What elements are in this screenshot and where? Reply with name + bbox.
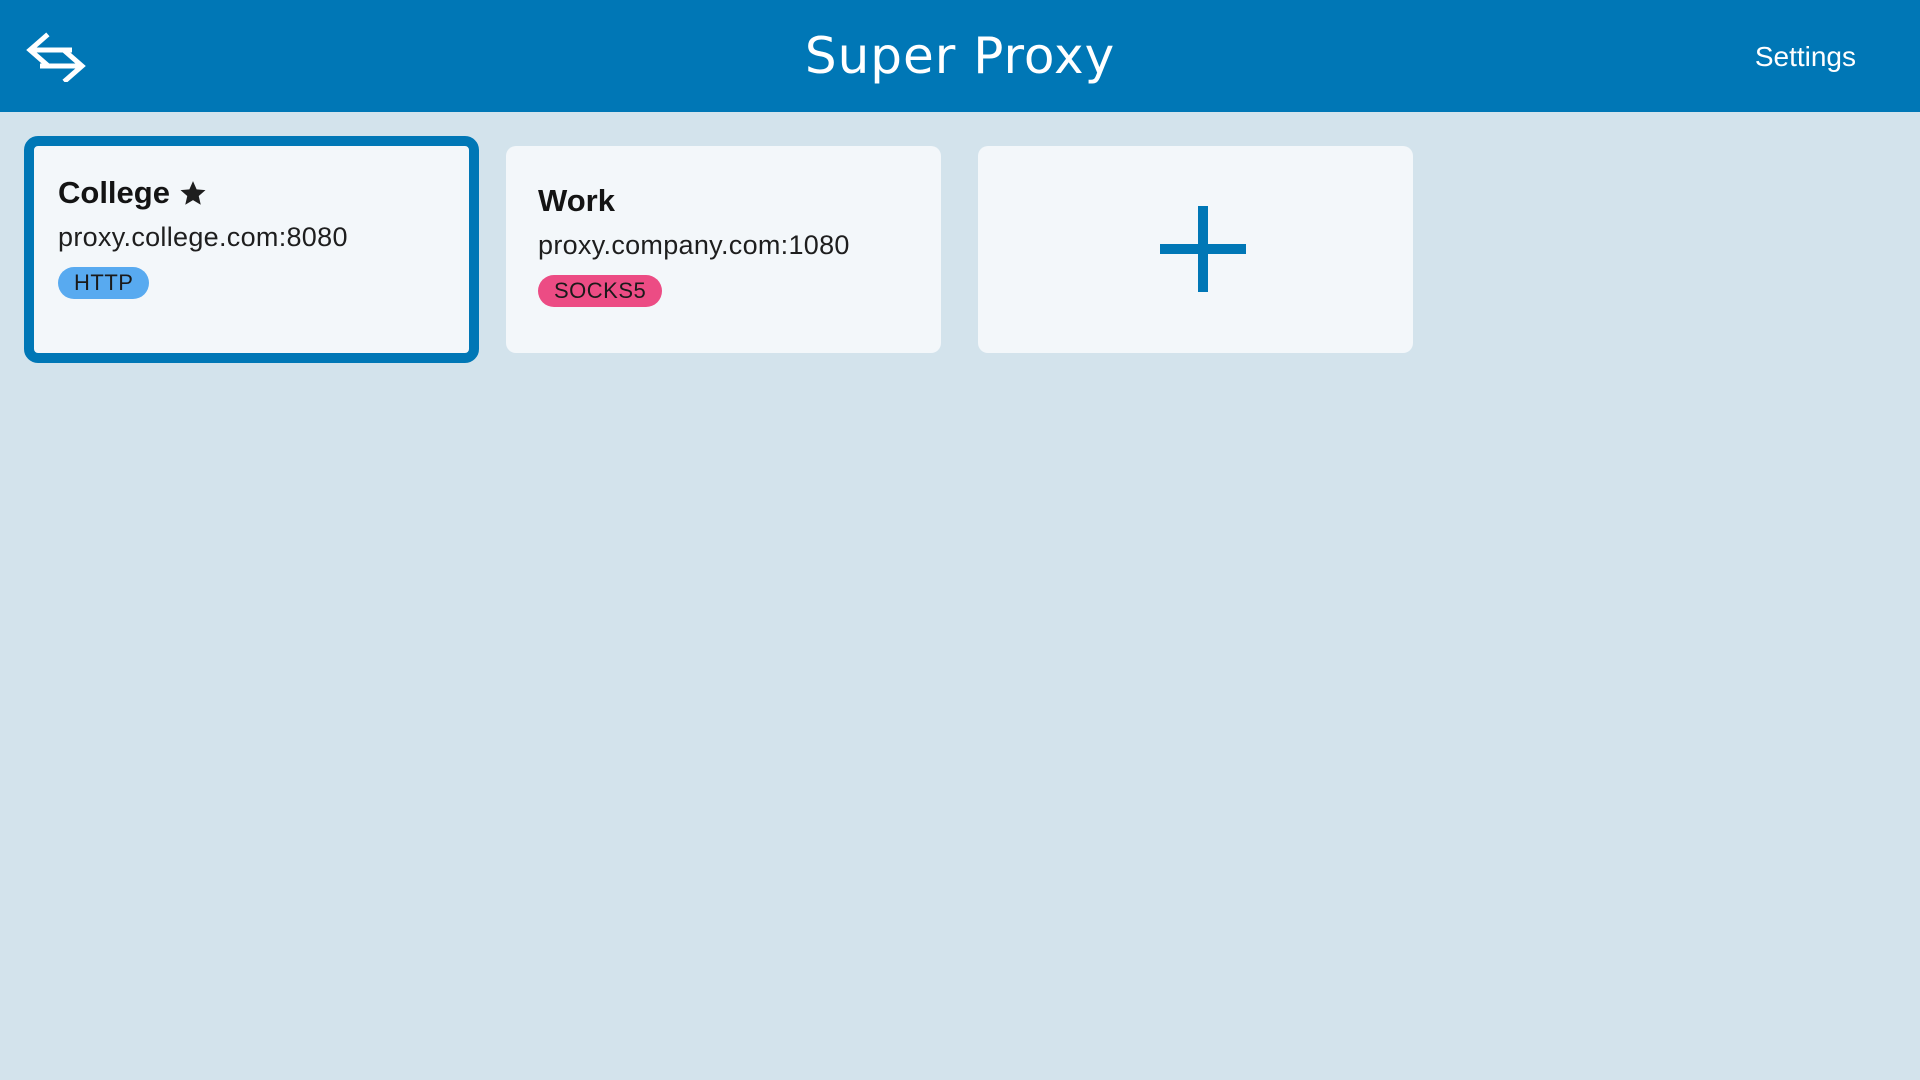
settings-button[interactable]: Settings	[1755, 40, 1856, 74]
protocol-badge: SOCKS5	[538, 275, 663, 307]
app-title: Super Proxy	[804, 27, 1116, 85]
proxy-name-row: College	[58, 174, 208, 212]
star-icon	[178, 178, 208, 208]
proxy-card-college[interactable]: College proxy.college.com:8080 HTTP	[24, 136, 479, 363]
proxy-card-work[interactable]: Work proxy.company.com:1080 SOCKS5	[506, 146, 941, 353]
proxy-name: College	[58, 175, 170, 210]
protocol-badge: HTTP	[58, 267, 150, 299]
proxy-address: proxy.college.com:8080	[58, 222, 348, 252]
proxy-name-row: Work	[538, 182, 615, 220]
top-app-bar: Super Proxy Settings	[0, 0, 1920, 112]
add-proxy-button[interactable]	[978, 146, 1413, 353]
proxy-address: proxy.company.com:1080	[538, 230, 850, 260]
plus-icon	[1160, 206, 1246, 292]
proxy-name: Work	[538, 183, 615, 218]
